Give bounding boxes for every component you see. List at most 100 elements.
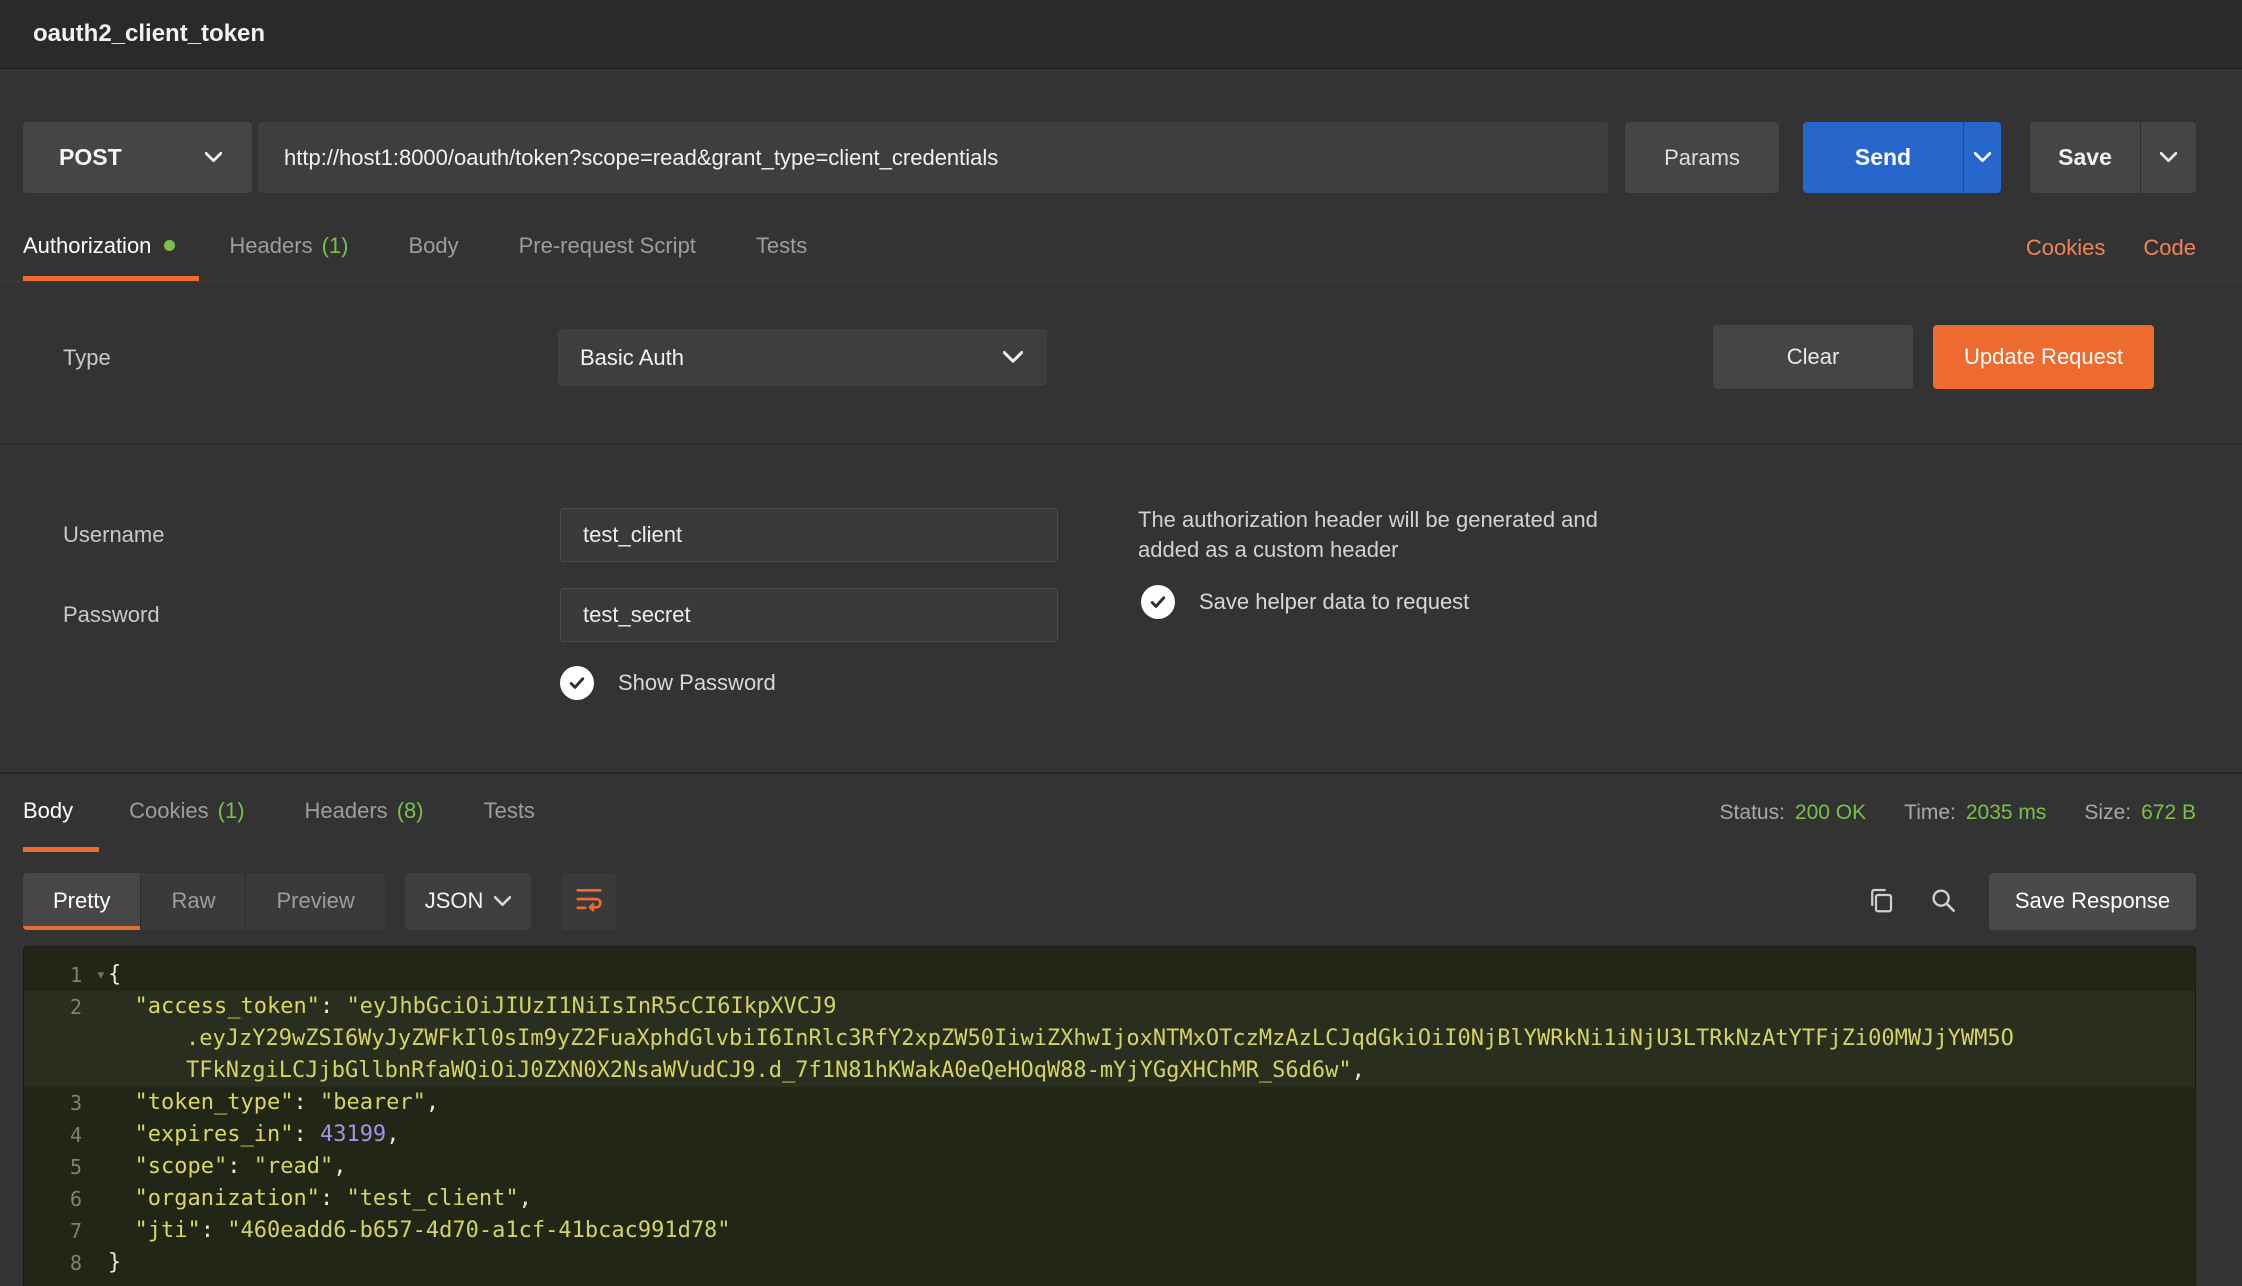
line-number: 2 [70,995,82,1019]
line-number-gutter: 8 [24,1247,108,1279]
url-input[interactable] [258,122,1608,193]
tab-label: Authorization [23,233,151,259]
view-raw-button[interactable]: Raw [141,873,246,930]
divider [0,443,2242,445]
code-row: 4 "expires_in": 43199, [24,1119,2195,1151]
save-button-group: Save [2030,122,2196,193]
show-password-label: Show Password [618,670,776,696]
line-number: 3 [70,1091,82,1115]
size-label: Size: [2084,801,2131,825]
response-tab-body[interactable]: Body [23,774,99,852]
response-tab-cookies[interactable]: Cookies (1) [99,774,274,852]
username-label: Username [63,508,164,562]
code-editor[interactable]: 1 ▾{2 "access_token": "eyJhbGciOiJIUzI1Ni… [23,946,2196,1286]
status-value: 200 OK [1795,801,1866,825]
code-line-text: "scope": "read", [108,1151,346,1183]
line-number-gutter: 2 [24,991,108,1023]
format-select[interactable]: JSON [405,873,531,930]
tab-tests[interactable]: Tests [726,215,837,281]
tab-count: (1) [322,233,349,259]
response-toolbar: Pretty Raw Preview JSON [0,852,2242,946]
tab-label: Cookies [129,798,208,824]
tab-count: (8) [397,798,424,824]
wrap-text-toggle[interactable] [562,873,616,930]
save-helper-label: Save helper data to request [1199,589,1469,615]
code-line-text: } [108,1247,121,1279]
cookies-link[interactable]: Cookies [2026,235,2105,261]
checkmark-icon [1141,585,1175,619]
toolbar-right: Save Response [1839,873,2196,930]
send-button-group: Send [1803,122,2001,193]
response-meta: Status: 200 OK Time: 2035 ms Size: 672 B [1720,774,2196,852]
line-number-gutter [24,1055,108,1087]
response-tab-headers[interactable]: Headers (8) [275,774,454,852]
time-value: 2035 ms [1966,801,2047,825]
code-line-text: .eyJzY29wZSI6WyJyZWFkIl0sIm9yZ2FuaXphdGl… [108,1023,2014,1055]
tab-label: Tests [484,798,535,824]
response-tab-tests[interactable]: Tests [454,774,565,852]
line-number: 7 [70,1219,82,1243]
tab-body[interactable]: Body [378,215,488,281]
username-field[interactable] [560,508,1058,562]
wrap-text-icon [574,884,604,919]
size-value: 672 B [2141,801,2196,825]
copy-icon [1866,885,1896,918]
window-titlebar: oauth2_client_token [0,0,2242,69]
method-label: POST [59,144,122,171]
code-line-text: "organization": "test_client", [108,1183,532,1215]
code-line-text: "token_type": "bearer", [108,1087,439,1119]
save-options-dropdown[interactable] [2140,122,2196,193]
status-label: Status: [1720,801,1785,825]
chevron-down-icon [205,152,222,163]
save-response-button[interactable]: Save Response [1989,873,2196,930]
chevron-down-icon [1974,152,1991,163]
view-preview-button[interactable]: Preview [246,873,384,930]
authorization-panel: Type Basic Auth Clear Update Request Use… [0,282,2242,772]
tab-authorization[interactable]: Authorization [23,215,199,281]
tab-label: Body [23,798,73,824]
send-options-dropdown[interactable] [1963,122,2001,193]
send-button[interactable]: Send [1803,122,1963,193]
clear-button[interactable]: Clear [1713,325,1913,389]
line-number: 4 [70,1123,82,1147]
line-number-gutter: 6 [24,1183,108,1215]
line-number: 6 [70,1187,82,1211]
password-field[interactable] [560,588,1058,642]
save-helper-checkbox[interactable]: Save helper data to request [1141,585,1469,619]
code-line-text: "jti": "460eadd6-b657-4d70-a1cf-41bcac99… [108,1215,731,1247]
line-number-gutter [24,1023,108,1055]
code-row: 8} [24,1247,2195,1279]
line-number-gutter: 4 [24,1119,108,1151]
request-builder-bar: POST Params Send Save [23,122,2196,193]
request-tabs: Authorization Headers (1) Body Pre-reque… [0,215,2242,282]
line-number-gutter: 5 [24,1151,108,1183]
tabs-right-links: Cookies Code [2026,215,2196,281]
params-button[interactable]: Params [1625,122,1779,193]
auth-type-select[interactable]: Basic Auth [558,329,1047,386]
tab-pre-request-script[interactable]: Pre-request Script [489,215,726,281]
tab-label: Pre-request Script [519,233,696,259]
code-row: 2 "access_token": "eyJhbGciOiJIUzI1NiIsI… [24,991,2195,1023]
code-line-text: { [108,959,121,991]
show-password-checkbox[interactable]: Show Password [560,666,776,700]
search-button[interactable] [1923,881,1963,921]
fold-toggle-icon[interactable]: ▾ [96,959,106,991]
code-row: 1 ▾{ [24,959,2195,991]
chevron-down-icon [494,896,511,907]
code-link[interactable]: Code [2143,235,2196,261]
save-button[interactable]: Save [2030,122,2140,193]
line-number: 8 [70,1251,82,1275]
tab-headers[interactable]: Headers (1) [199,215,378,281]
code-row: .eyJzY29wZSI6WyJyZWFkIl0sIm9yZ2FuaXphdGl… [24,1023,2195,1055]
copy-button[interactable] [1861,881,1901,921]
request-tab-title: oauth2_client_token [33,20,265,48]
code-row: 7 "jti": "460eadd6-b657-4d70-a1cf-41bcac… [24,1215,2195,1247]
update-request-button[interactable]: Update Request [1933,325,2154,389]
line-number: 1 [70,963,82,987]
chevron-down-icon [2160,152,2177,163]
line-number: 5 [70,1155,82,1179]
response-section: Body Cookies (1) Headers (8) Tests Statu… [0,772,2242,1286]
view-pretty-button[interactable]: Pretty [23,873,141,930]
view-mode-group: Pretty Raw Preview [23,873,385,930]
method-dropdown[interactable]: POST [23,122,252,193]
